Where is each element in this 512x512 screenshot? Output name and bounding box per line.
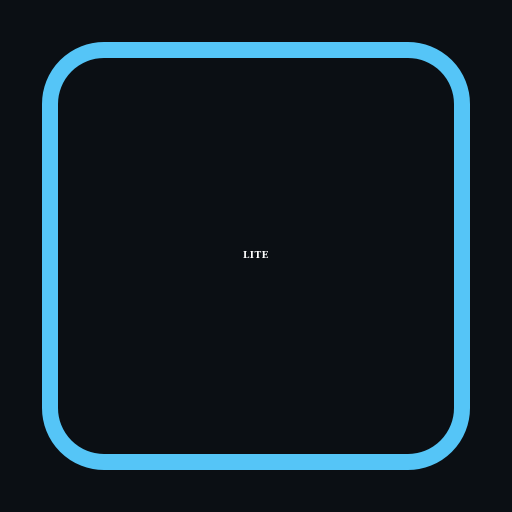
app-icon-canvas: LITE [0,0,512,512]
lite-label: LITE [242,251,270,261]
